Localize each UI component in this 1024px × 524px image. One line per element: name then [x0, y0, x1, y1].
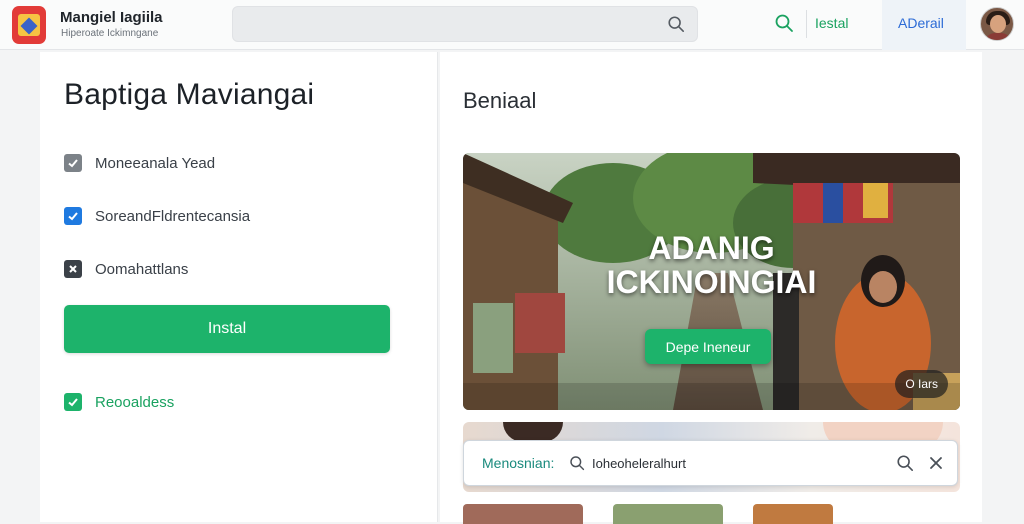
search-icon: [570, 456, 585, 471]
top-bar: Mangiel Iagiila Hiperoate Ickimngane Ies…: [0, 0, 1024, 50]
page-title: Baptiga Maviangai: [64, 78, 315, 111]
avatar[interactable]: [980, 7, 1014, 41]
advanced-link[interactable]: ADerail: [898, 15, 944, 31]
option-label: SoreandFldrentecansia: [95, 207, 251, 225]
hero-badge[interactable]: O Iars: [895, 370, 948, 398]
divider: [806, 10, 807, 38]
hero-cta-button[interactable]: Depe Ineneur: [645, 329, 771, 364]
app-title: Mangiel Iagiila: [60, 9, 163, 26]
x-icon[interactable]: [64, 260, 82, 278]
mention-input[interactable]: [592, 449, 882, 477]
option-row[interactable]: SoreandFldrentecansia: [64, 205, 250, 227]
mention-label: Menosnian:: [482, 455, 555, 471]
hero-heading-line2: ICKINOINGIAI: [606, 264, 817, 300]
hero-image[interactable]: ADANIG ICKINOINGIAI Depe Ineneur O Iars: [463, 153, 960, 410]
option-row[interactable]: Reooaldess: [64, 391, 174, 413]
right-panel: Beniaal ADANIG ICKINOINGIAI Depe Ineneur…: [440, 52, 982, 524]
option-row[interactable]: Oomahattlans: [64, 258, 188, 280]
search-input[interactable]: [233, 7, 653, 41]
app-logo-icon[interactable]: [12, 6, 46, 44]
option-label: Moneeanala Yead: [95, 154, 216, 172]
hero-heading-line1: ADANIG: [648, 230, 775, 266]
check-icon[interactable]: [64, 207, 82, 225]
install-button[interactable]: Instal: [64, 305, 390, 353]
thumbnail[interactable]: [613, 504, 723, 524]
search-icon[interactable]: [667, 15, 685, 33]
thumbnail-row: [463, 504, 960, 524]
search-icon[interactable]: [774, 13, 794, 33]
search-icon[interactable]: [896, 454, 914, 472]
check-icon[interactable]: [64, 154, 82, 172]
install-link[interactable]: Iestal: [815, 15, 848, 31]
option-label: Reooaldess: [95, 393, 175, 411]
mention-search-bar: Menosnian:: [463, 440, 958, 486]
thumbnail[interactable]: [463, 504, 583, 524]
option-label: Oomahattlans: [95, 260, 189, 278]
search-bar: [232, 6, 698, 42]
close-icon[interactable]: [929, 456, 943, 470]
section-title: Beniaal: [463, 88, 537, 113]
thumbnail[interactable]: [753, 504, 833, 524]
left-panel: Baptiga Maviangai Moneeanala Yead Sorean…: [40, 52, 438, 522]
option-row[interactable]: Moneeanala Yead: [64, 152, 215, 174]
app-subtitle: Hiperoate Ickimngane: [61, 28, 159, 39]
check-icon[interactable]: [64, 393, 82, 411]
